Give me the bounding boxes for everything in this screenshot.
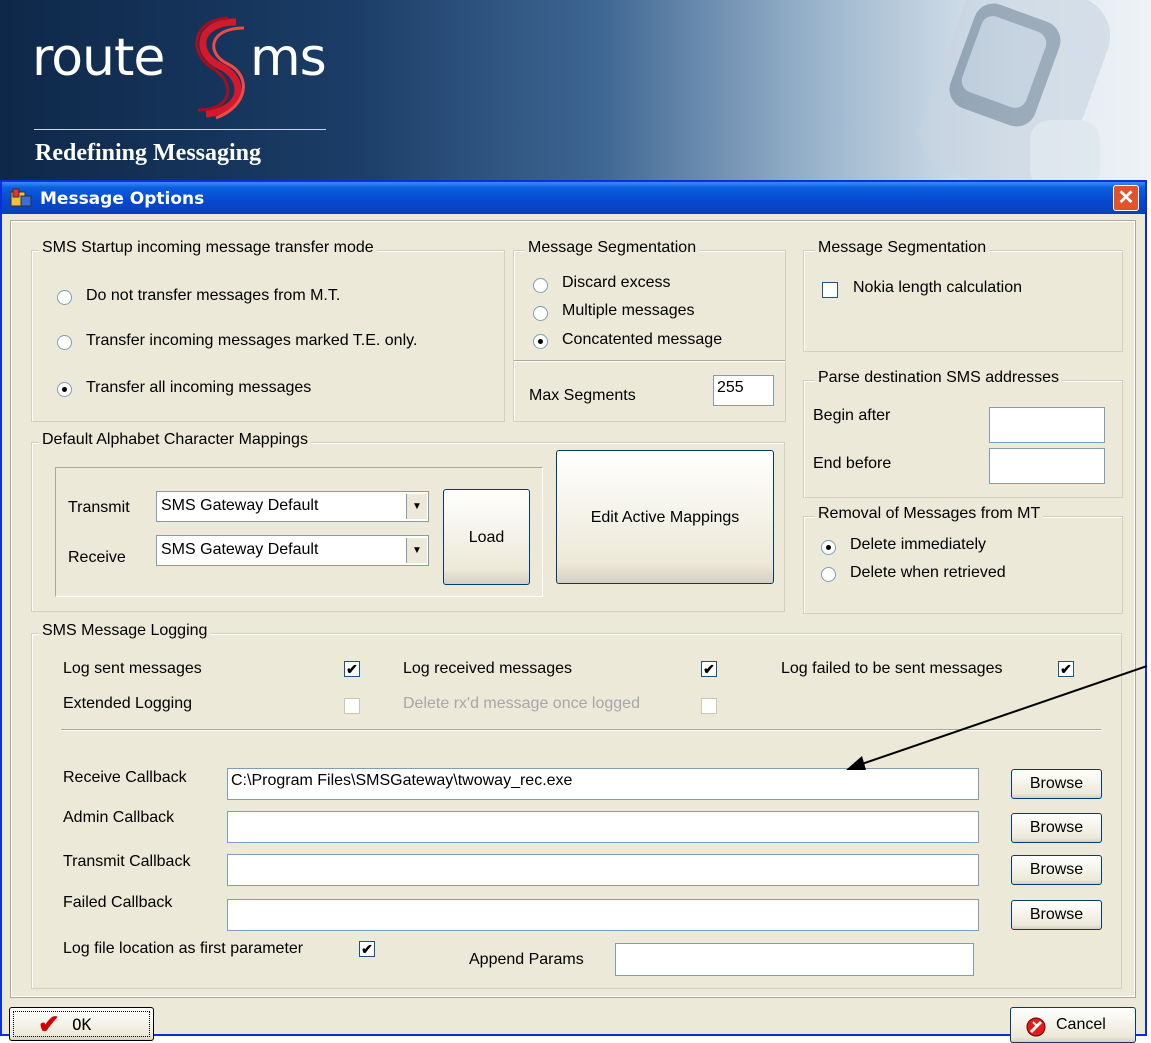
- removal-option-radio-1[interactable]: [821, 567, 836, 582]
- banner: route ms Redefining Messaging: [0, 0, 1151, 180]
- transmit-callback-label: Transmit Callback: [63, 853, 191, 870]
- chevron-down-icon[interactable]: ▼: [406, 538, 427, 563]
- message-options-window: Message Options ✕ SMS Startup incoming m…: [0, 180, 1148, 1043]
- log-sent-label[interactable]: Log sent messages: [63, 660, 202, 678]
- chevron-down-icon[interactable]: ▼: [406, 494, 427, 519]
- segmentation-option-label-0[interactable]: Discard excess: [562, 274, 670, 292]
- end-before-label: End before: [813, 455, 892, 472]
- logging-legend: SMS Message Logging: [39, 622, 211, 640]
- nokia-legend: Message Segmentation: [815, 239, 990, 257]
- receive-mapping-select[interactable]: SMS Gateway Default ▼: [156, 535, 429, 566]
- delete-rx-checkbox: [701, 698, 717, 714]
- nokia-length-label[interactable]: Nokia length calculation: [853, 279, 1022, 297]
- alphabet-mappings-legend: Default Alphabet Character Mappings: [39, 431, 311, 449]
- close-button[interactable]: ✕: [1113, 185, 1139, 211]
- title-bar[interactable]: Message Options ✕: [2, 182, 1145, 214]
- segmentation-option-label-1[interactable]: Multiple messages: [562, 302, 695, 320]
- annotation-arrow-icon: [846, 665, 1148, 770]
- ok-label: OK: [72, 1015, 92, 1034]
- begin-after-input[interactable]: [989, 407, 1105, 443]
- log-sent-checkbox[interactable]: ✔: [344, 661, 360, 677]
- log-received-label[interactable]: Log received messages: [403, 660, 572, 678]
- log-file-location-label[interactable]: Log file location as first parameter: [63, 940, 303, 958]
- failed-callback-browse-button[interactable]: Browse: [1011, 900, 1102, 930]
- transmit-mapping-select[interactable]: SMS Gateway Default ▼: [156, 491, 429, 522]
- logo-ms-text: ms: [250, 28, 327, 88]
- removal-option-radio-0[interactable]: [821, 540, 836, 555]
- phone-graphic-icon: [919, 0, 1111, 180]
- nokia-group: [803, 250, 1123, 352]
- segmentation-option-label-2[interactable]: Concatented message: [562, 331, 722, 349]
- segmentation-option-radio-1[interactable]: [533, 306, 548, 321]
- extended-logging-checkbox[interactable]: [344, 698, 360, 714]
- admin-callback-browse-button[interactable]: Browse: [1011, 813, 1102, 843]
- extended-logging-label[interactable]: Extended Logging: [63, 695, 192, 713]
- app-icon: [10, 188, 32, 207]
- startup-option-radio-2[interactable]: [57, 382, 72, 397]
- logo-divider: [34, 129, 326, 130]
- logo-s-swirl-icon: [195, 16, 245, 120]
- log-received-checkbox[interactable]: ✔: [701, 661, 717, 677]
- failed-callback-label: Failed Callback: [63, 894, 173, 911]
- startup-option-label-1[interactable]: Transfer incoming messages marked T.E. o…: [86, 332, 417, 350]
- startup-option-radio-0[interactable]: [57, 290, 72, 305]
- admin-callback-input[interactable]: [227, 811, 979, 843]
- transmit-callback-input[interactable]: [227, 854, 979, 886]
- removal-option-label-0[interactable]: Delete immediately: [850, 536, 986, 554]
- segmentation-legend: Message Segmentation: [525, 239, 700, 257]
- receive-callback-label: Receive Callback: [63, 769, 187, 786]
- receive-mapping-label: Receive: [68, 549, 126, 566]
- nokia-length-checkbox[interactable]: [822, 282, 838, 298]
- tagline: Redefining Messaging: [35, 140, 262, 166]
- transmit-callback-browse-button[interactable]: Browse: [1011, 855, 1102, 885]
- edit-active-mappings-button[interactable]: Edit Active Mappings: [556, 450, 774, 584]
- end-before-input[interactable]: [989, 448, 1105, 484]
- admin-callback-label: Admin Callback: [63, 809, 175, 826]
- transmit-mapping-label: Transmit: [68, 499, 130, 516]
- window-title: Message Options: [40, 189, 205, 209]
- receive-mapping-value: SMS Gateway Default: [161, 541, 319, 558]
- delete-rx-label: Delete rx'd message once logged: [403, 695, 640, 712]
- checkmark-icon: ✔: [38, 1009, 60, 1039]
- failed-callback-input[interactable]: [227, 899, 979, 931]
- load-button[interactable]: Load: [443, 489, 530, 585]
- logo: route ms: [32, 16, 352, 120]
- max-segments-input[interactable]: 255: [713, 375, 774, 406]
- log-file-location-checkbox[interactable]: ✔: [359, 941, 375, 957]
- segmentation-option-radio-0[interactable]: [533, 278, 548, 293]
- parse-addresses-legend: Parse destination SMS addresses: [815, 369, 1063, 387]
- cancel-icon: [1026, 1017, 1046, 1037]
- removal-option-label-1[interactable]: Delete when retrieved: [850, 564, 1006, 582]
- logo-route-text: route: [32, 28, 165, 88]
- append-params-input[interactable]: [615, 943, 974, 976]
- cancel-button[interactable]: Cancel: [1010, 1007, 1136, 1043]
- segmentation-option-radio-2[interactable]: [533, 334, 548, 349]
- max-segments-label: Max Segments: [529, 387, 636, 404]
- close-icon: ✕: [1117, 187, 1135, 209]
- transmit-mapping-value: SMS Gateway Default: [161, 497, 319, 514]
- startup-transfer-legend: SMS Startup incoming message transfer mo…: [39, 239, 377, 257]
- dialog-body: SMS Startup incoming message transfer mo…: [2, 214, 1148, 1043]
- segmentation-divider: [514, 360, 785, 362]
- append-params-label: Append Params: [469, 951, 584, 968]
- removal-legend: Removal of Messages from MT: [815, 505, 1044, 523]
- cancel-label: Cancel: [1056, 1016, 1106, 1033]
- startup-option-radio-1[interactable]: [57, 335, 72, 350]
- begin-after-label: Begin after: [813, 407, 891, 424]
- startup-option-label-2[interactable]: Transfer all incoming messages: [86, 379, 311, 397]
- startup-option-label-0[interactable]: Do not transfer messages from M.T.: [86, 287, 340, 305]
